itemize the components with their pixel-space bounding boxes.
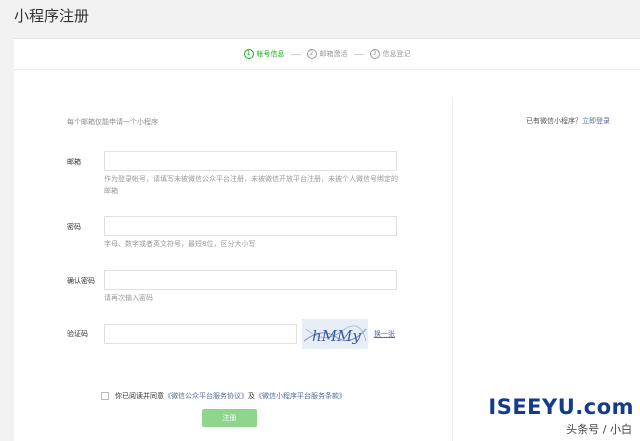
step-label: 邮箱激活 xyxy=(319,50,348,58)
captcha-text: hMMy xyxy=(312,327,361,345)
agree-prefix: 你已阅读并同意 xyxy=(115,392,164,400)
step-number: 1 xyxy=(243,49,254,59)
step-label: 帐号信息 xyxy=(256,50,285,58)
service-agreement-link[interactable]: 《微信公众平台服务协议》 xyxy=(164,391,248,401)
step-number: 3 xyxy=(369,49,380,59)
confirm-password-field[interactable] xyxy=(104,270,397,290)
column-divider xyxy=(452,99,453,441)
captcha-label: 验证码 xyxy=(67,330,88,338)
confirm-password-help: 请再次输入密码 xyxy=(104,294,153,302)
form-intro: 每个邮箱仅能申请一个小程序 xyxy=(67,118,158,126)
login-link[interactable]: 立即登录 xyxy=(582,117,610,125)
email-help: 作为登录帐号，请填写未被微信公众平台注册，未被微信开放平台注册，未被个人微信号绑… xyxy=(104,175,398,195)
watermark-brand: ISEEYU.com xyxy=(488,395,634,419)
step-info-registration: 3 信息登记 xyxy=(369,49,411,59)
miniprogram-terms-link[interactable]: 《微信小程序平台服务条款》 xyxy=(255,391,346,401)
registration-card: 1 帐号信息 2 邮箱激活 3 信息登记 每个邮箱仅能申请一个小程序 已有微信小… xyxy=(14,38,640,441)
step-number: 2 xyxy=(306,49,317,59)
watermark-sub: 头条号 / 小白 xyxy=(566,423,632,436)
email-label: 邮箱 xyxy=(67,158,81,166)
step-account-info: 1 帐号信息 xyxy=(243,49,285,59)
step-email-activation: 2 邮箱激活 xyxy=(306,49,348,59)
register-button[interactable]: 注册 xyxy=(202,409,257,427)
captcha-input[interactable] xyxy=(104,324,297,344)
swap-captcha-link[interactable]: 换一张 xyxy=(374,329,395,339)
password-help: 字母、数字或者英文符号，最短8位，区分大小写 xyxy=(104,240,256,248)
step-label: 信息登记 xyxy=(382,50,411,58)
agreement-row: 你已阅读并同意 《微信公众平台服务协议》 及 《微信小程序平台服务条款》 xyxy=(101,391,346,401)
captcha-image: hMMy xyxy=(302,319,368,349)
page-title: 小程序注册 xyxy=(14,7,90,25)
password-field[interactable] xyxy=(104,216,397,236)
confirm-password-label: 确认密码 xyxy=(67,277,95,285)
login-prompt: 已有微信小程序？ xyxy=(526,117,582,125)
agree-mid: 及 xyxy=(248,392,255,400)
agreement-checkbox[interactable] xyxy=(101,392,109,400)
email-field[interactable] xyxy=(104,151,397,171)
step-separator xyxy=(290,53,301,55)
step-progress: 1 帐号信息 2 邮箱激活 3 信息登记 xyxy=(14,39,640,70)
password-label: 密码 xyxy=(67,223,81,231)
captcha-noise-icon: hMMy xyxy=(302,319,368,349)
login-hint: 已有微信小程序？立即登录 xyxy=(526,116,610,126)
step-separator xyxy=(353,53,364,55)
